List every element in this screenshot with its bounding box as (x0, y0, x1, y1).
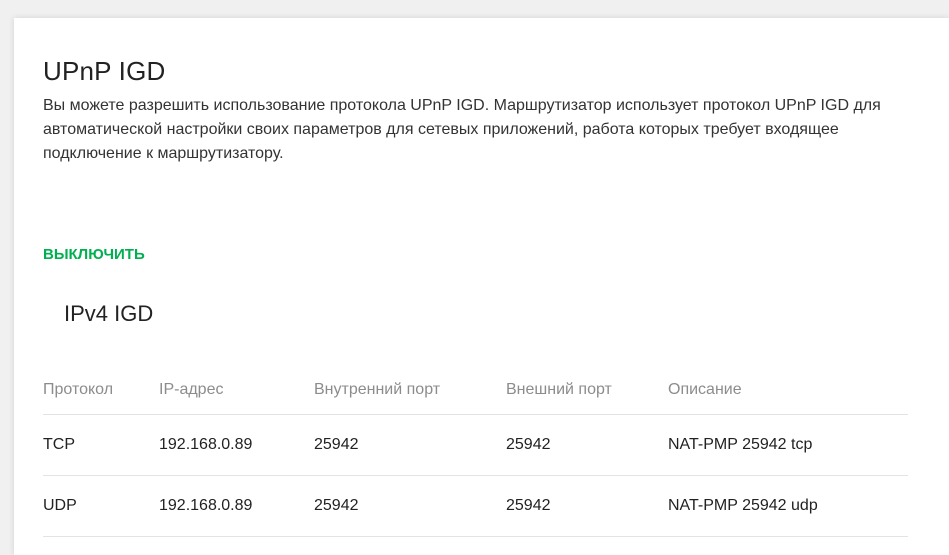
cell-internal-port: 25942 (314, 414, 506, 476)
cell-ip: 192.168.0.89 (159, 475, 314, 537)
cell-external-port: 25942 (506, 414, 668, 476)
table-header-row: Протокол IP-адрес Внутренний порт Внешни… (43, 366, 908, 415)
column-header-ip: IP-адрес (159, 366, 314, 415)
upnp-settings-card: UPnP IGD Вы можете разрешить использован… (14, 18, 949, 555)
cell-external-port: 25942 (506, 475, 668, 537)
section-description: Вы можете разрешить использование проток… (43, 97, 881, 162)
cell-ip: 192.168.0.89 (159, 414, 314, 476)
cell-internal-port: 25942 (314, 475, 506, 537)
cell-description: NAT-PMP 25942 tcp (668, 414, 908, 476)
column-header-external-port: Внешний порт (506, 366, 668, 415)
column-header-internal-port: Внутренний порт (314, 366, 506, 415)
ipv4-igd-table: Протокол IP-адрес Внутренний порт Внешни… (43, 366, 908, 537)
section-title: UPnP IGD (43, 56, 166, 86)
table-row: TCP 192.168.0.89 25942 25942 NAT-PMP 259… (43, 414, 908, 476)
disable-upnp-button[interactable]: ВЫКЛЮЧИТЬ (43, 246, 145, 263)
column-header-description: Описание (668, 366, 908, 415)
cell-protocol: UDP (43, 475, 159, 537)
table-row: UDP 192.168.0.89 25942 25942 NAT-PMP 259… (43, 475, 908, 537)
column-header-protocol: Протокол (43, 366, 159, 415)
cell-protocol: TCP (43, 414, 159, 476)
ipv4-igd-title: IPv4 IGD (64, 301, 154, 326)
cell-description: NAT-PMP 25942 udp (668, 475, 908, 537)
